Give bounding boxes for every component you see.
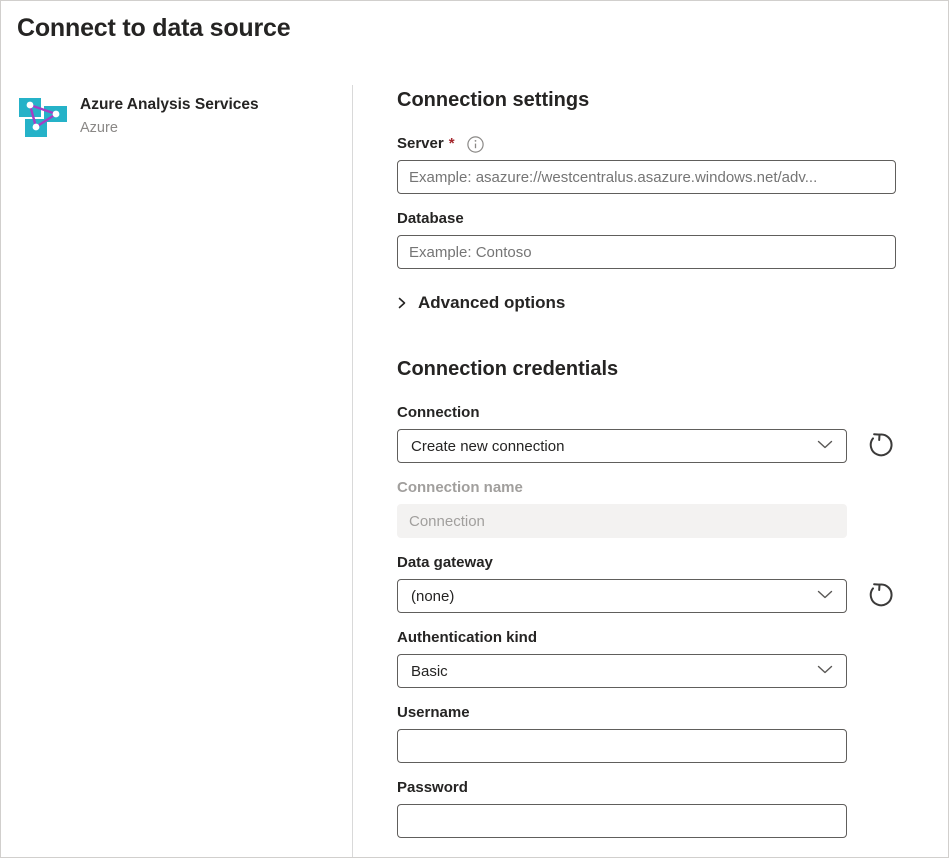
database-input[interactable] — [397, 235, 896, 269]
username-input[interactable] — [397, 729, 847, 763]
connection-dropdown-value: Create new connection — [411, 438, 564, 455]
authentication-kind-combo-row: Basic — [397, 654, 896, 688]
chevron-down-icon — [817, 437, 833, 455]
authentication-kind-label: Authentication kind — [397, 628, 537, 648]
username-label-row: Username — [397, 703, 896, 723]
required-marker: * — [449, 134, 455, 154]
password-input[interactable] — [397, 804, 847, 838]
refresh-connections-button[interactable] — [866, 431, 896, 461]
advanced-options-label: Advanced options — [418, 291, 565, 315]
server-input[interactable] — [397, 160, 896, 194]
data-gateway-combo-row: (none) — [397, 579, 896, 613]
connection-name-label: Connection name — [397, 478, 523, 498]
connection-form-panel: Connection settings Server * — [353, 85, 949, 857]
connect-to-data-source-dialog: Connect to data source Az — [0, 0, 949, 858]
selected-source-panel: Azure Analysis Services Azure — [1, 85, 353, 857]
chevron-down-icon — [817, 662, 833, 680]
connection-settings-heading: Connection settings — [397, 87, 896, 114]
azure-analysis-services-icon — [17, 93, 67, 139]
data-gateway-dropdown[interactable]: (none) — [397, 579, 847, 613]
database-field: Database — [397, 209, 896, 269]
page-title: Connect to data source — [17, 14, 932, 43]
connection-label: Connection — [397, 403, 480, 423]
authentication-kind-field: Authentication kind Basic — [397, 628, 896, 688]
refresh-icon — [866, 430, 896, 463]
database-label-row: Database — [397, 209, 896, 229]
source-category: Azure — [80, 119, 259, 138]
connection-field: Connection Create new connection — [397, 403, 896, 463]
chevron-right-icon — [397, 296, 407, 310]
refresh-icon — [866, 580, 896, 613]
authentication-kind-dropdown-value: Basic — [411, 663, 448, 680]
advanced-options-toggle[interactable]: Advanced options — [397, 291, 896, 315]
refresh-gateways-button[interactable] — [866, 581, 896, 611]
connection-dropdown[interactable]: Create new connection — [397, 429, 847, 463]
password-label-row: Password — [397, 778, 896, 798]
password-label: Password — [397, 778, 468, 798]
username-field: Username — [397, 703, 896, 763]
data-gateway-field: Data gateway (none) — [397, 553, 896, 613]
connection-name-input — [397, 504, 847, 538]
server-field: Server * — [397, 134, 896, 194]
source-name: Azure Analysis Services — [80, 95, 259, 115]
connection-name-label-row: Connection name — [397, 478, 896, 498]
authentication-kind-dropdown[interactable]: Basic — [397, 654, 847, 688]
server-label-row: Server * — [397, 134, 896, 154]
data-gateway-label-row: Data gateway — [397, 553, 896, 573]
source-item-azure-analysis-services[interactable]: Azure Analysis Services Azure — [17, 91, 336, 139]
source-text: Azure Analysis Services Azure — [80, 91, 259, 138]
connection-combo-row: Create new connection — [397, 429, 896, 463]
data-gateway-label: Data gateway — [397, 553, 493, 573]
dialog-content: Azure Analysis Services Azure Connection… — [1, 85, 948, 857]
chevron-down-icon — [817, 587, 833, 605]
data-gateway-dropdown-value: (none) — [411, 588, 454, 605]
authentication-kind-label-row: Authentication kind — [397, 628, 896, 648]
database-label: Database — [397, 209, 464, 229]
username-label: Username — [397, 703, 470, 723]
info-icon[interactable] — [467, 136, 484, 153]
password-field: Password — [397, 778, 896, 838]
connection-credentials-heading: Connection credentials — [397, 356, 896, 383]
connection-name-field: Connection name — [397, 478, 896, 538]
dialog-header: Connect to data source — [1, 1, 948, 85]
server-label: Server — [397, 134, 444, 154]
connection-label-row: Connection — [397, 403, 896, 423]
